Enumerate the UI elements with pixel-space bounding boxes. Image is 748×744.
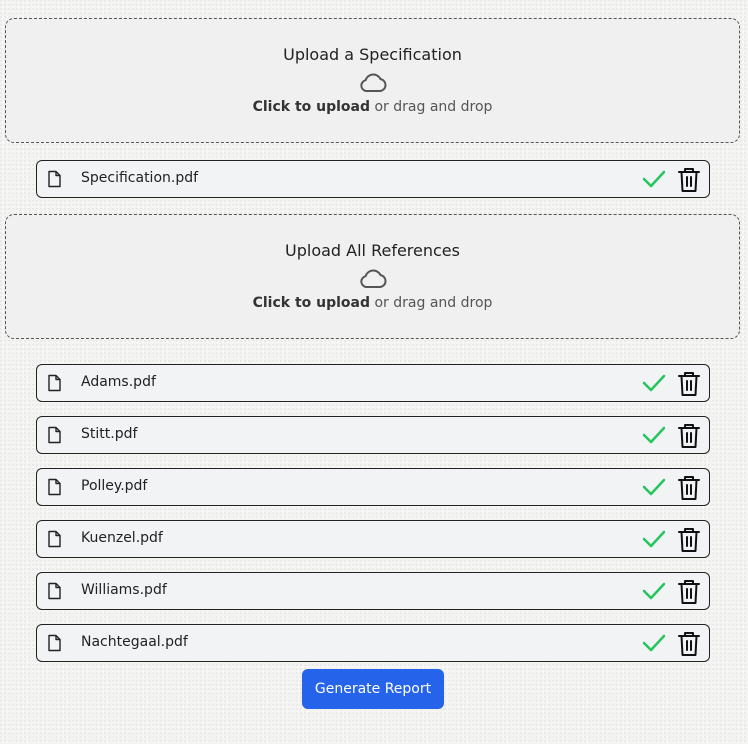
delete-file-button[interactable] — [677, 371, 701, 397]
delete-file-button[interactable] — [677, 527, 701, 553]
file-row-reference: Nachtegaal.pdf — [36, 624, 710, 662]
file-name: Nachtegaal.pdf — [81, 634, 188, 650]
file-row-reference: Kuenzel.pdf — [36, 520, 710, 558]
file-icon — [48, 530, 61, 548]
references-dropzone-title: Upload All References — [285, 241, 460, 260]
file-name: Kuenzel.pdf — [81, 530, 163, 546]
references-dropzone-hint: Click to upload or drag and drop — [6, 295, 739, 311]
delete-file-button[interactable] — [677, 167, 701, 193]
file-icon — [48, 582, 61, 600]
check-icon — [642, 170, 666, 188]
generate-report-button[interactable]: Generate Report — [302, 669, 444, 709]
check-icon — [642, 478, 666, 496]
file-icon — [48, 426, 61, 444]
file-name: Specification.pdf — [81, 170, 199, 186]
spec-dropzone-hint: Click to upload or drag and drop — [6, 99, 739, 115]
click-to-upload-text: Click to upload — [252, 295, 371, 311]
check-icon — [642, 426, 666, 444]
delete-file-button[interactable] — [677, 631, 701, 657]
file-row-reference: Polley.pdf — [36, 468, 710, 506]
file-name: Williams.pdf — [81, 582, 167, 598]
file-icon — [48, 170, 61, 188]
file-row-reference: Williams.pdf — [36, 572, 710, 610]
delete-file-button[interactable] — [677, 475, 701, 501]
file-icon — [48, 478, 61, 496]
file-row-reference: Adams.pdf — [36, 364, 710, 402]
check-icon — [642, 530, 666, 548]
spec-dropzone-title: Upload a Specification — [283, 45, 462, 64]
file-icon — [48, 374, 61, 392]
file-name: Stitt.pdf — [81, 426, 138, 442]
drag-drop-text: or drag and drop — [374, 295, 493, 311]
check-icon — [642, 582, 666, 600]
click-to-upload-text: Click to upload — [252, 99, 371, 115]
check-icon — [642, 374, 666, 392]
file-name: Polley.pdf — [81, 478, 148, 494]
cloud-icon — [359, 269, 386, 288]
delete-file-button[interactable] — [677, 423, 701, 449]
spec-dropzone[interactable]: Upload a Specification Click to upload o… — [5, 18, 740, 143]
check-icon — [642, 634, 666, 652]
delete-file-button[interactable] — [677, 579, 701, 605]
file-icon — [48, 634, 61, 652]
file-row-reference: Stitt.pdf — [36, 416, 710, 454]
file-row-specification: Specification.pdf — [36, 160, 710, 198]
cloud-icon — [359, 73, 386, 92]
references-dropzone[interactable]: Upload All References Click to upload or… — [5, 214, 740, 339]
drag-drop-text: or drag and drop — [374, 99, 493, 115]
file-name: Adams.pdf — [81, 374, 156, 390]
